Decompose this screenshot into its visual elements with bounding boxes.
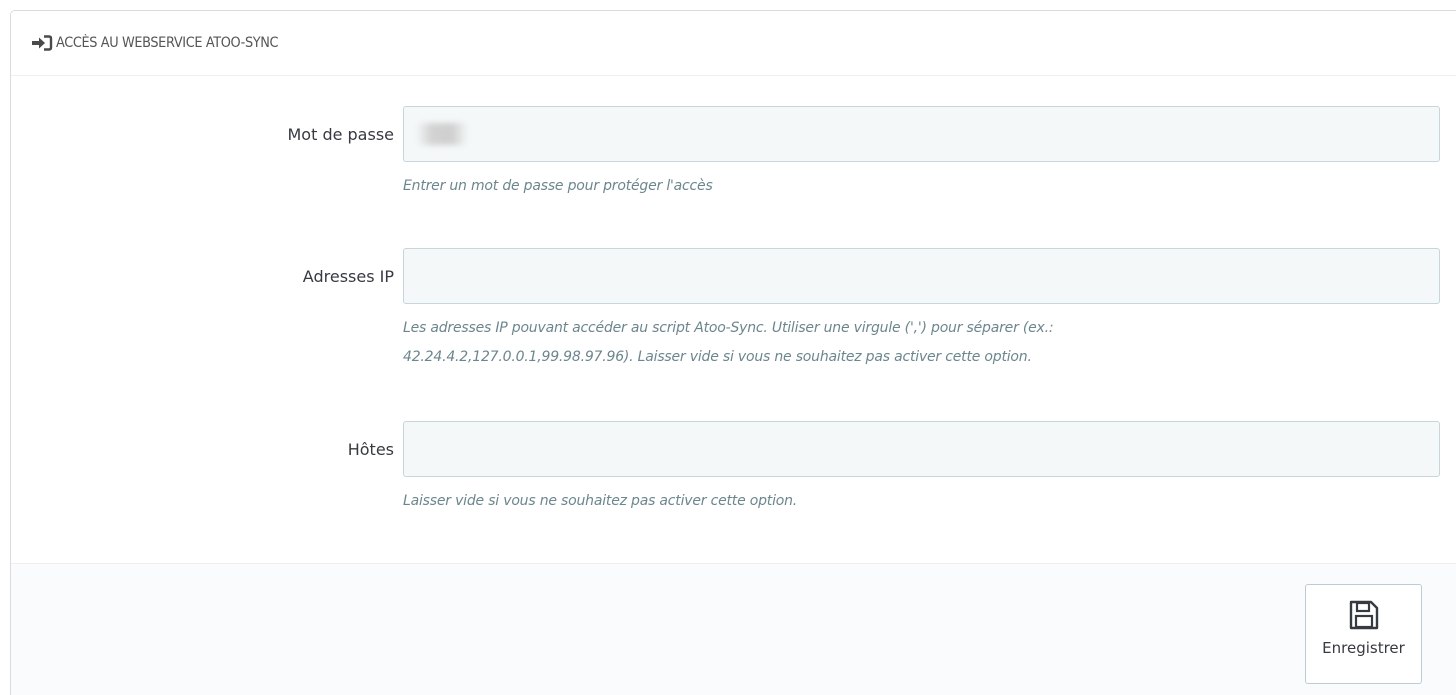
- masked-password-value: [416, 123, 468, 145]
- hosts-input[interactable]: [403, 421, 1440, 477]
- panel-footer: Enregistrer: [11, 563, 1456, 695]
- panel-heading: ACCÈS AU WEBSERVICE ATOO-SYNC: [11, 11, 1456, 76]
- ip-help-line-2: 42.24.4.2,127.0.0.1,99.98.97.96). Laisse…: [403, 349, 1032, 365]
- floppy-disk-icon: [1348, 599, 1380, 631]
- sign-in-icon: [31, 35, 53, 51]
- ip-label: Adresses IP: [302, 267, 394, 286]
- ip-input[interactable]: [403, 248, 1440, 304]
- panel-title: ACCÈS AU WEBSERVICE ATOO-SYNC: [56, 35, 279, 51]
- hosts-help: Laisser vide si vous ne souhaitez pas ac…: [403, 493, 798, 509]
- save-button[interactable]: Enregistrer: [1305, 584, 1422, 684]
- password-label: Mot de passe: [287, 125, 394, 144]
- password-input[interactable]: [403, 106, 1440, 162]
- password-help: Entrer un mot de passe pour protéger l'a…: [403, 178, 713, 194]
- save-button-label: Enregistrer: [1322, 639, 1405, 657]
- hosts-label: Hôtes: [347, 440, 394, 459]
- ip-help-line-1: Les adresses IP pouvant accéder au scrip…: [403, 320, 1054, 336]
- ip-help: Les adresses IP pouvant accéder au scrip…: [403, 314, 1323, 372]
- settings-panel: ACCÈS AU WEBSERVICE ATOO-SYNC Mot de pas…: [10, 10, 1456, 695]
